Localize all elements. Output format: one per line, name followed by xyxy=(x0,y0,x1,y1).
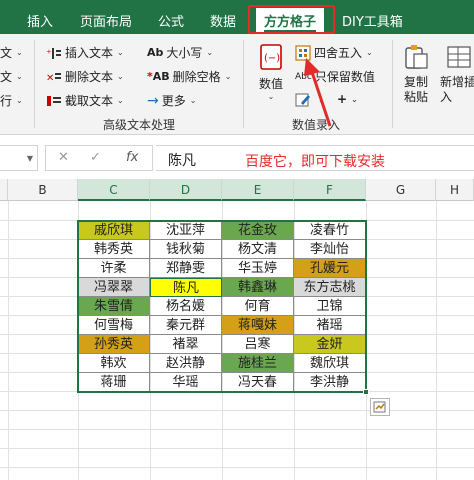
edit-pencil-icon xyxy=(295,93,310,107)
col-header-d[interactable]: D xyxy=(150,179,222,201)
chevron-down-icon[interactable]: ▼ xyxy=(27,154,33,163)
case-button[interactable]: Ab 大小写 ⌄ xyxy=(147,44,213,61)
corner-cell[interactable] xyxy=(0,179,8,201)
partial-item-1[interactable]: 文 ⌄ xyxy=(0,44,23,61)
tab-formulas[interactable]: 公式 xyxy=(158,11,184,30)
insert-text-icon: ⁺ xyxy=(46,47,61,60)
insert-text-button[interactable]: ⁺ 插入文本 ⌄ xyxy=(46,44,124,61)
formula-value: 陈凡 xyxy=(168,153,196,169)
selection-border xyxy=(77,220,367,393)
cancel-icon[interactable]: ✕ xyxy=(58,150,69,165)
fx-icon[interactable]: fx xyxy=(126,150,138,165)
clipboard-icon xyxy=(405,45,428,69)
tab-data[interactable]: 数据 xyxy=(210,11,236,30)
insert-table-icon xyxy=(447,46,471,68)
copy-paste-button[interactable]: 复制粘贴 xyxy=(400,44,432,105)
col-header-c[interactable]: C xyxy=(78,179,150,201)
delete-text-icon: ✕ xyxy=(46,72,61,84)
numeric-button[interactable]: (−) 数值 ⌄ xyxy=(253,44,289,101)
quick-analysis-icon[interactable] xyxy=(370,398,390,416)
extract-text-icon xyxy=(47,95,61,106)
svg-text:✕: ✕ xyxy=(46,73,54,84)
insert-new-button[interactable]: 新增插入 xyxy=(440,44,474,105)
delete-spaces-icon: *AB xyxy=(147,70,170,83)
arrow-right-icon: → xyxy=(147,92,159,109)
name-box[interactable]: ▼ xyxy=(0,145,38,171)
col-header-h[interactable]: H xyxy=(436,179,474,201)
confirm-icon[interactable]: ✓ xyxy=(90,150,101,165)
plus-button[interactable]: + ⌄ xyxy=(337,92,358,106)
gridline xyxy=(0,467,474,468)
ribbon-tab-bar: 插入 页面布局 公式 数据 方方格子 DIY工具箱 xyxy=(0,0,474,34)
numeric-icon: (−) xyxy=(260,44,282,70)
tab-diy-toolbox[interactable]: DIY工具箱 xyxy=(342,11,403,30)
svg-text:(−): (−) xyxy=(264,53,280,64)
round-icon xyxy=(295,44,311,61)
edit-button[interactable]: ⌄ xyxy=(295,92,325,108)
case-icon: Ab xyxy=(147,46,164,59)
keep-value-icon: Abc xyxy=(295,71,312,82)
col-header-e[interactable]: E xyxy=(222,179,294,201)
tab-page-layout[interactable]: 页面布局 xyxy=(80,11,132,30)
ribbon-separator xyxy=(34,40,35,128)
gridline xyxy=(8,201,9,480)
delete-spaces-button[interactable]: *AB 删除空格 ⌄ xyxy=(147,68,231,85)
extract-text-button[interactable]: 截取文本 ⌄ xyxy=(46,92,124,109)
group-label-text: 高级文本处理 xyxy=(103,118,176,132)
more-button[interactable]: → 更多 ⌄ xyxy=(147,92,196,109)
keep-value-button[interactable]: Abc 只保留数值 xyxy=(295,68,375,85)
gridline xyxy=(0,429,474,430)
annotation-text: 百度它，即可下载安装 xyxy=(245,154,385,170)
round-button[interactable]: 四舍五入 ⌄ xyxy=(295,44,373,61)
partial-item-3[interactable]: 行 ⌄ xyxy=(0,92,23,109)
highlight-box xyxy=(248,5,335,34)
gridline xyxy=(436,201,437,480)
ribbon-separator xyxy=(392,40,393,128)
partial-item-2[interactable]: 文 ⌄ xyxy=(0,68,23,85)
ribbon-separator xyxy=(243,40,244,128)
col-header-g[interactable]: G xyxy=(366,179,436,201)
gridline xyxy=(0,448,474,449)
formula-buttons: ✕ ✓ fx xyxy=(45,145,153,171)
col-header-f[interactable]: F xyxy=(294,179,366,201)
tab-insert[interactable]: 插入 xyxy=(27,11,53,30)
delete-text-button[interactable]: ✕ 删除文本 ⌄ xyxy=(46,68,124,85)
group-label-number: 数值录入 xyxy=(292,118,341,132)
col-header-b[interactable]: B xyxy=(8,179,78,201)
formula-bar: ▼ ✕ ✓ fx 陈凡 百度它，即可下载安装 xyxy=(0,143,474,173)
svg-text:⁺: ⁺ xyxy=(46,47,52,60)
fill-handle[interactable] xyxy=(363,389,369,395)
gridline xyxy=(0,410,474,411)
